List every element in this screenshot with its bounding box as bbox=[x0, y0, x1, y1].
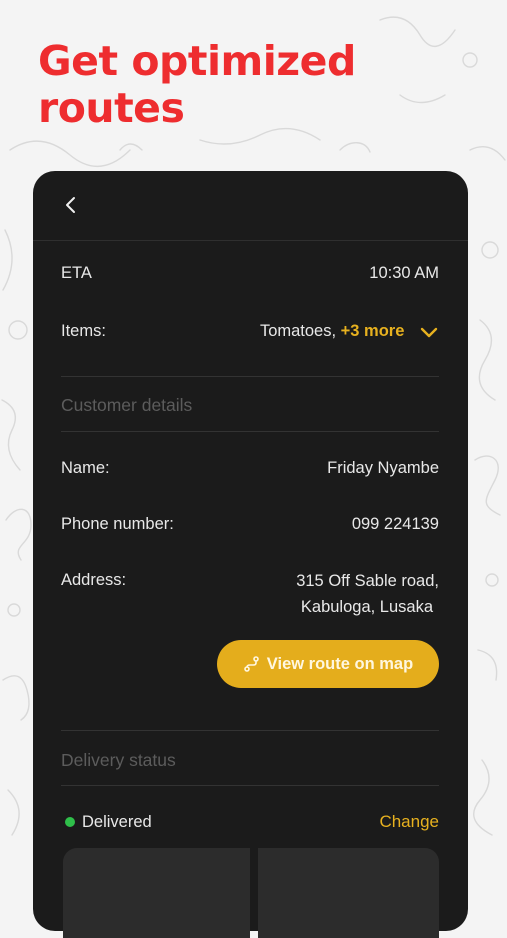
address-row: Address: bbox=[61, 568, 211, 592]
page-headline: Get optimized routes bbox=[38, 38, 356, 132]
divider bbox=[61, 730, 439, 731]
headline-line-1: Get optimized bbox=[38, 37, 356, 85]
eta-value: 10:30 AM bbox=[369, 264, 439, 282]
headline-line-2: routes bbox=[38, 84, 185, 132]
chevron-down-icon bbox=[420, 327, 438, 337]
proof-photo-slot[interactable] bbox=[63, 848, 250, 938]
status-dot bbox=[65, 817, 75, 827]
route-icon bbox=[243, 656, 259, 672]
eta-label: ETA bbox=[61, 264, 92, 282]
delivery-status-value: Delivered bbox=[82, 813, 152, 831]
view-route-button[interactable]: View route on map bbox=[217, 640, 439, 688]
divider bbox=[61, 785, 439, 786]
header-divider bbox=[33, 240, 468, 241]
items-label: Items: bbox=[61, 322, 106, 340]
order-detail-card: ETA 10:30 AM Items: Tomatoes, +3 more Cu… bbox=[33, 171, 468, 938]
address-line-2: Kabuloga, Lusaka bbox=[300, 598, 433, 616]
phone-value: 099 224139 bbox=[351, 515, 439, 533]
items-row: Items: Tomatoes, +3 more bbox=[61, 319, 439, 343]
name-value: Friday Nyambe bbox=[327, 459, 439, 477]
items-first: Tomatoes, bbox=[259, 322, 337, 340]
divider bbox=[61, 376, 439, 377]
address-value: 315 Off Sable road, Kabuloga, Lusaka bbox=[296, 568, 439, 620]
address-line-1: 315 Off Sable road, bbox=[296, 572, 439, 590]
view-route-label: View route on map bbox=[266, 654, 414, 673]
chevron-left-icon bbox=[66, 197, 75, 213]
change-status-link[interactable]: Change bbox=[379, 810, 439, 834]
phone-row: Phone number: 099 224139 bbox=[61, 512, 439, 536]
name-row: Name: Friday Nyambe bbox=[61, 456, 439, 480]
items-more-link[interactable]: +3 more bbox=[341, 322, 405, 340]
back-button[interactable] bbox=[59, 193, 83, 217]
name-label: Name: bbox=[61, 459, 110, 477]
delivery-status-heading: Delivery status bbox=[61, 750, 176, 770]
expand-items-button[interactable] bbox=[419, 323, 439, 337]
customer-details-heading: Customer details bbox=[61, 395, 193, 415]
proof-photo-slot[interactable] bbox=[258, 848, 439, 938]
phone-label: Phone number: bbox=[61, 515, 174, 533]
address-label: Address: bbox=[61, 571, 127, 589]
divider bbox=[61, 431, 439, 432]
eta-row: ETA 10:30 AM bbox=[61, 261, 439, 285]
items-value: Tomatoes, +3 more bbox=[260, 319, 439, 343]
